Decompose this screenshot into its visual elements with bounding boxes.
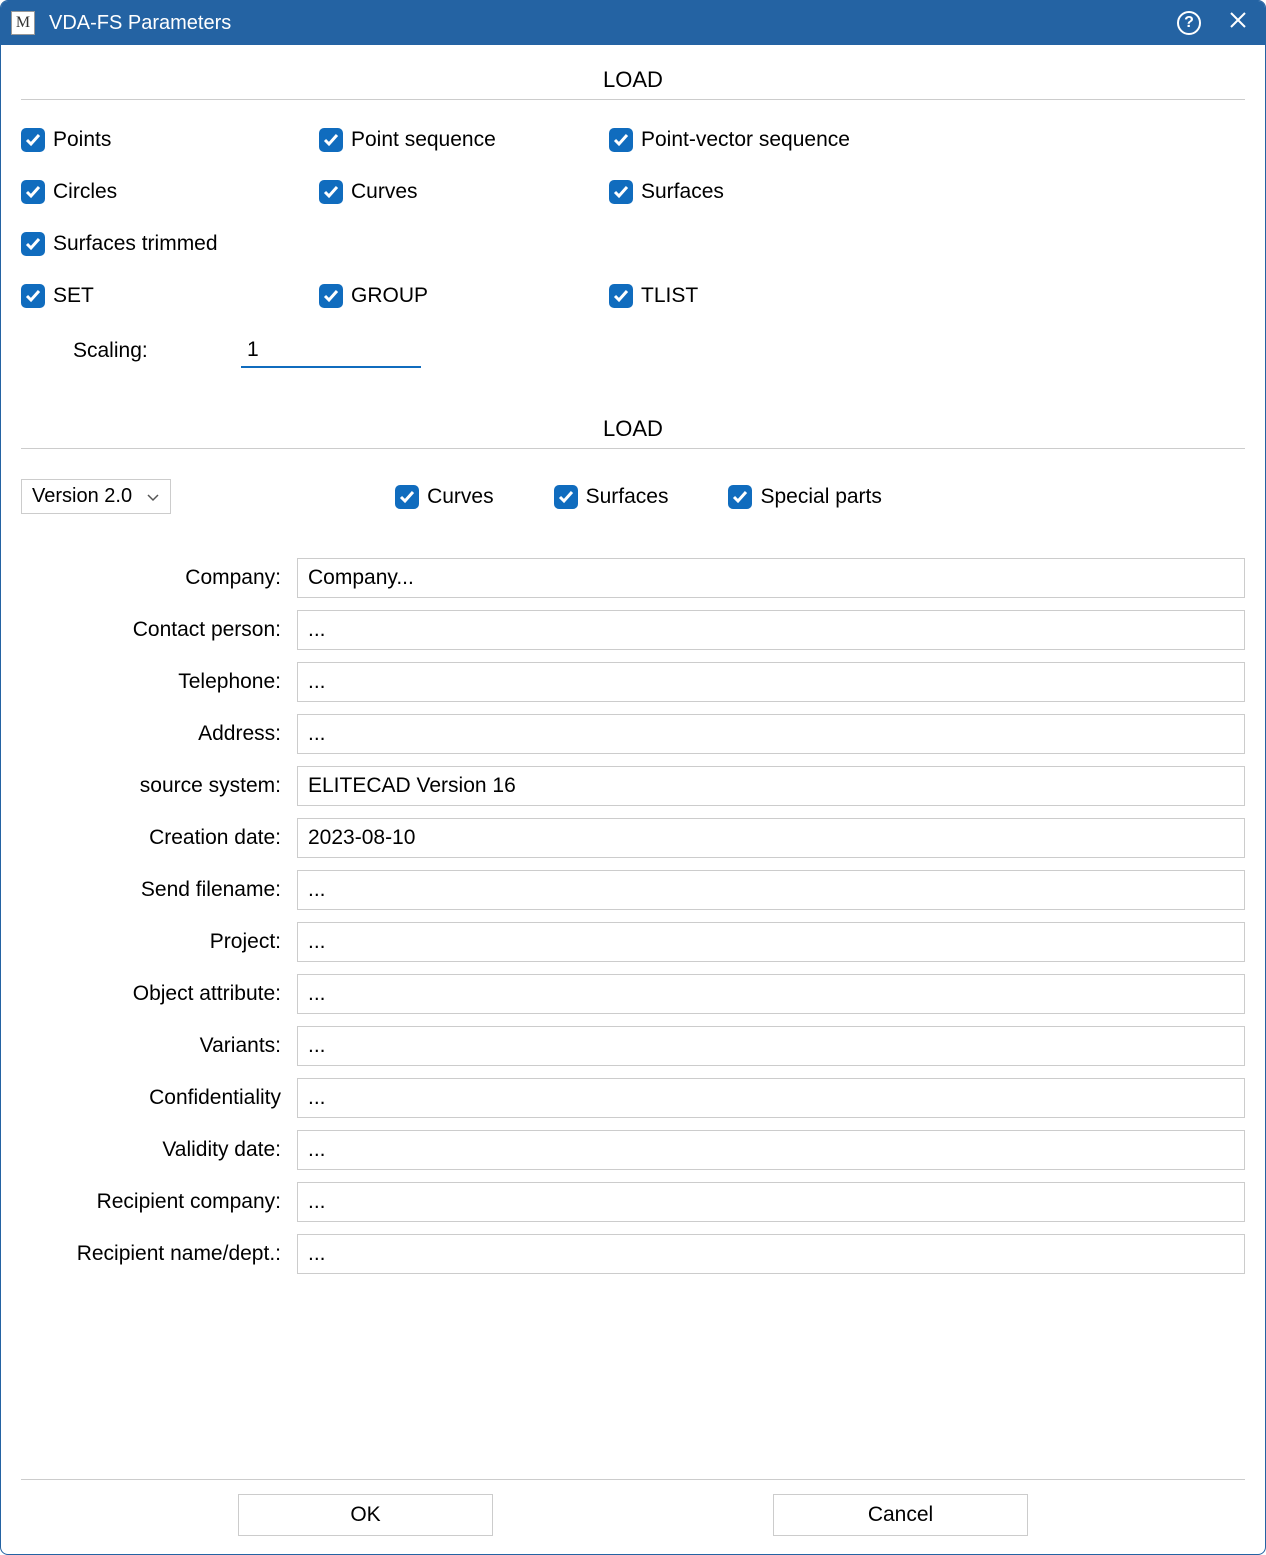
checkbox-label: TLIST [641,284,698,308]
checkbox-tlist[interactable]: TLIST [609,284,1245,308]
check-icon [21,180,45,204]
check-icon [21,128,45,152]
object-attribute-input[interactable] [297,974,1245,1014]
checkbox-label: Points [53,128,111,152]
version-select[interactable]: Version 2.0 [21,479,171,514]
app-icon: M [11,11,35,35]
check-icon [319,128,343,152]
cancel-button[interactable]: Cancel [773,1494,1028,1536]
check-icon [609,180,633,204]
checkbox-label: GROUP [351,284,428,308]
form-grid: Company: Contact person: Telephone: Addr… [21,558,1245,1274]
send-filename-input[interactable] [297,870,1245,910]
project-input[interactable] [297,922,1245,962]
project-label: Project: [21,930,297,954]
dialog-window: M VDA-FS Parameters ? LOAD Points Point … [0,0,1266,1555]
confidentiality-input[interactable] [297,1078,1245,1118]
checkbox-label: Surfaces [586,485,669,509]
checkbox-label: Point sequence [351,128,496,152]
telephone-label: Telephone: [21,670,297,694]
object-attribute-label: Object attribute: [21,982,297,1006]
checkbox-label: Surfaces trimmed [53,232,218,256]
chevron-down-icon [146,490,160,504]
confidentiality-label: Confidentiality [21,1086,297,1110]
checkbox-surfaces[interactable]: Surfaces [609,180,1245,204]
check-icon [21,284,45,308]
creation-date-label: Creation date: [21,826,297,850]
section2-heading: LOAD [21,416,1245,449]
checkbox-surfaces-trimmed[interactable]: Surfaces trimmed [21,232,319,256]
version-select-value: Version 2.0 [32,485,132,508]
contact-person-label: Contact person: [21,618,297,642]
variants-label: Variants: [21,1034,297,1058]
checkbox-set[interactable]: SET [21,284,319,308]
company-label: Company: [21,566,297,590]
check-icon [609,284,633,308]
checkbox-label: Circles [53,180,117,204]
check-icon [728,485,752,509]
checkbox-special-parts[interactable]: Special parts [728,485,881,509]
check-icon [21,232,45,256]
scaling-label: Scaling: [73,339,241,363]
recipient-name-input[interactable] [297,1234,1245,1274]
address-label: Address: [21,722,297,746]
source-system-label: source system: [21,774,297,798]
scaling-row: Scaling: [73,334,1245,368]
section1-heading: LOAD [21,67,1245,100]
version-row: Version 2.0 Curves Surfaces Special part… [21,449,1245,534]
window-title: VDA-FS Parameters [49,12,1177,35]
check-icon [319,284,343,308]
checkbox-curves-2[interactable]: Curves [395,485,494,509]
ok-button[interactable]: OK [238,1494,493,1536]
source-system-input[interactable] [297,766,1245,806]
contact-person-input[interactable] [297,610,1245,650]
scaling-input[interactable] [241,334,421,368]
creation-date-input[interactable] [297,818,1245,858]
checkbox-label: SET [53,284,94,308]
dialog-content: LOAD Points Point sequence Point-vector … [1,45,1265,1554]
recipient-company-input[interactable] [297,1182,1245,1222]
checkbox-points[interactable]: Points [21,128,319,152]
checkbox-circles[interactable]: Circles [21,180,319,204]
recipient-name-label: Recipient name/dept.: [21,1242,297,1266]
checkbox-surfaces-2[interactable]: Surfaces [554,485,669,509]
send-filename-label: Send filename: [21,878,297,902]
company-input[interactable] [297,558,1245,598]
validity-date-input[interactable] [297,1130,1245,1170]
telephone-input[interactable] [297,662,1245,702]
titlebar: M VDA-FS Parameters ? [1,1,1265,45]
help-icon[interactable]: ? [1177,11,1201,35]
checkbox-label: Surfaces [641,180,724,204]
checkbox-curves[interactable]: Curves [319,180,609,204]
checkbox-point-sequence[interactable]: Point sequence [319,128,609,152]
check-icon [395,485,419,509]
checkbox-group[interactable]: GROUP [319,284,609,308]
variants-input[interactable] [297,1026,1245,1066]
check-icon [319,180,343,204]
checkbox-point-vector-sequence[interactable]: Point-vector sequence [609,128,1245,152]
validity-date-label: Validity date: [21,1138,297,1162]
section1-checkgrid: Points Point sequence Point-vector seque… [21,100,1245,328]
check-icon [609,128,633,152]
checkbox-label: Curves [351,180,418,204]
check-icon [554,485,578,509]
recipient-company-label: Recipient company: [21,1190,297,1214]
close-icon[interactable] [1229,11,1247,35]
checkbox-label: Curves [427,485,494,509]
address-input[interactable] [297,714,1245,754]
checkbox-label: Special parts [760,485,881,509]
dialog-footer: OK Cancel [21,1479,1245,1554]
titlebar-controls: ? [1177,11,1255,35]
checkbox-label: Point-vector sequence [641,128,850,152]
